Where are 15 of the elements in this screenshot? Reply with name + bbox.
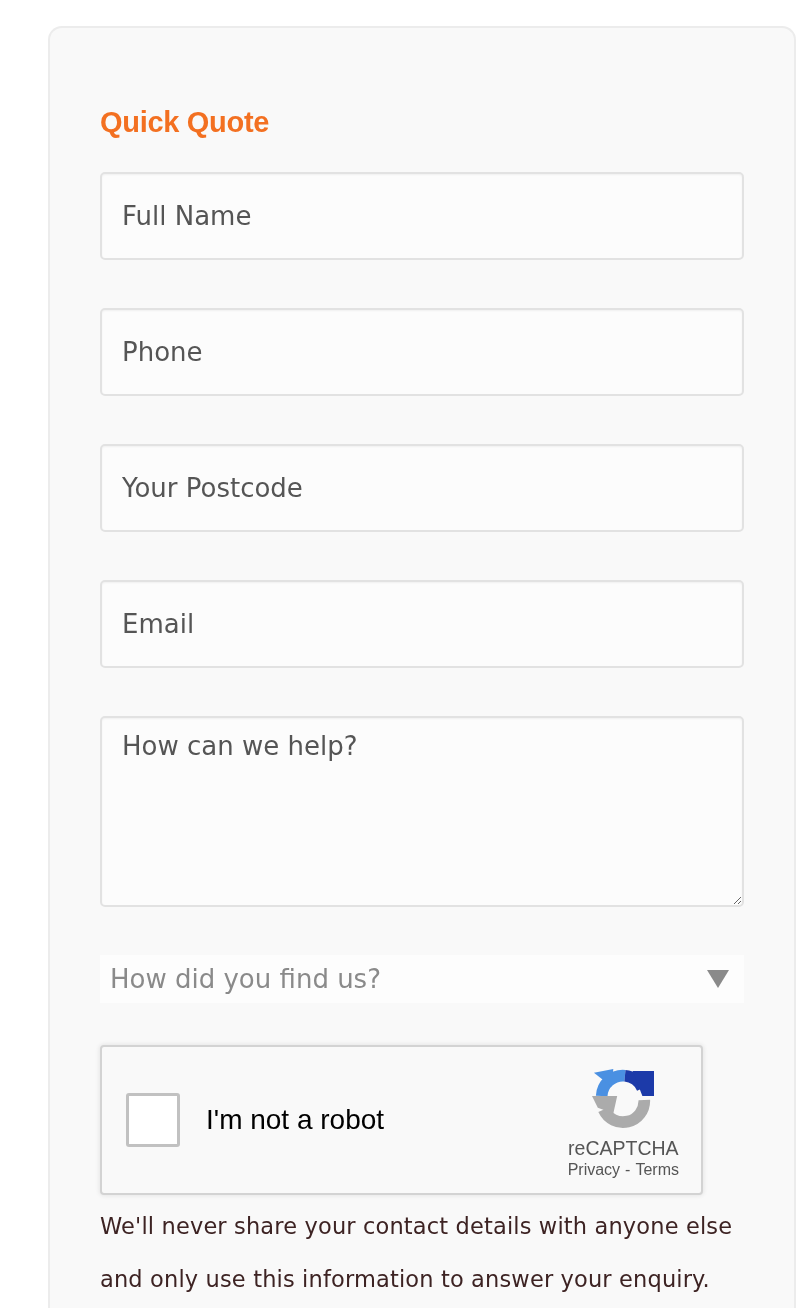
captcha-link[interactable]: Privacy: [567, 1160, 621, 1180]
text-field[interactable]: Full Name: [100, 172, 744, 260]
captcha-label: I'm not a robot: [206, 1104, 386, 1136]
message-field[interactable]: How can we help?: [100, 716, 744, 907]
captcha-link[interactable]: Terms: [635, 1160, 679, 1180]
checkbox[interactable]: [126, 1093, 180, 1147]
text-field[interactable]: Email: [100, 580, 744, 668]
text-field[interactable]: Phone: [100, 308, 744, 396]
captcha-brand: reCAPTCHA: [568, 1136, 679, 1160]
caret-icon: [707, 970, 729, 988]
text-field[interactable]: Your Postcode: [100, 444, 744, 532]
form-title: Quick Quote: [100, 105, 270, 139]
privacy-note: We'll never share your contact details with anyone else and only use this information to answer your enquiry.: [100, 1212, 734, 1294]
separator-text: -: [625, 1160, 631, 1180]
circular-arrows-icon: [592, 1067, 655, 1129]
